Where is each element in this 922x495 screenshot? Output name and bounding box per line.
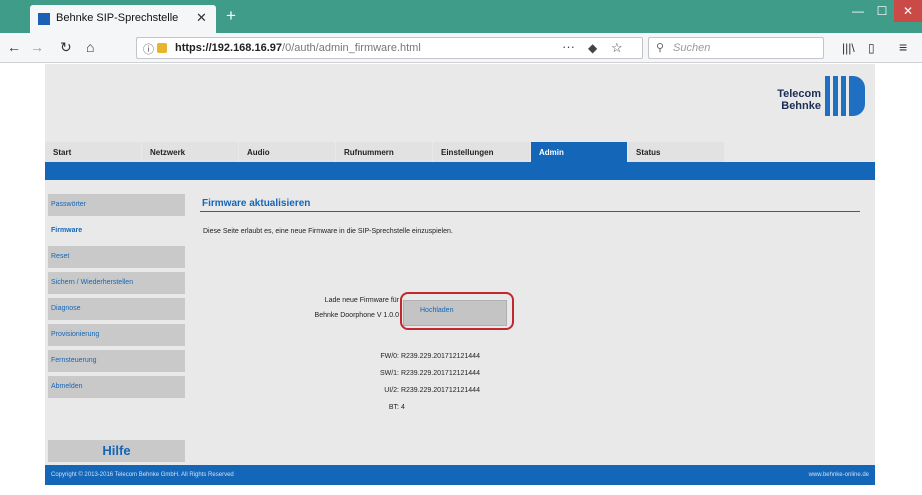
menu-icon[interactable]: ≡: [899, 39, 907, 55]
new-tab-button[interactable]: +: [226, 6, 236, 26]
close-tab-icon[interactable]: ✕: [196, 10, 207, 26]
lock-warning-icon[interactable]: [157, 43, 167, 53]
highlight-annotation: [400, 292, 514, 330]
tab-title: Behnke SIP-Sprechstelle: [56, 12, 179, 24]
page-viewport: Telecom Behnke Start Netzwerk Audio Rufn…: [0, 64, 922, 495]
fw-row-label: BT:: [388, 404, 399, 411]
sidebar-item-passwoerter[interactable]: Passwörter: [48, 194, 185, 216]
page-description: Diese Seite erlaubt es, eine neue Firmwa…: [203, 228, 453, 235]
logo-bars-icon: [825, 76, 865, 116]
url-text: https://192.168.16.97/0/auth/admin_firmw…: [175, 42, 421, 54]
page-title: Firmware aktualisieren: [202, 198, 311, 209]
website-link[interactable]: www.behnke-online.de: [809, 472, 869, 478]
upload-label: Lade neue Firmware für: [324, 297, 399, 304]
search-icon: ⚲: [656, 42, 665, 54]
menu-item-start[interactable]: Start: [45, 142, 141, 162]
menu-item-admin[interactable]: Admin: [531, 142, 627, 162]
menu-item-netzwerk[interactable]: Netzwerk: [142, 142, 238, 162]
sidebar-item-firmware[interactable]: Firmware: [48, 220, 185, 242]
menu-item-rufnummern[interactable]: Rufnummern: [336, 142, 432, 162]
sidebar-item-provisionierung[interactable]: Provisionierung: [48, 324, 185, 346]
browser-tab-bar: Behnke SIP-Sprechstelle ✕ + — ☐ ✕: [0, 0, 922, 33]
main-menu: Start Netzwerk Audio Rufnummern Einstell…: [45, 142, 875, 162]
favicon-icon: [38, 13, 50, 25]
search-placeholder: Suchen: [673, 42, 711, 54]
sidebar-item-abmelden[interactable]: Abmelden: [48, 376, 185, 398]
admin-sidebar: Passwörter Firmware Reset Sichern / Wied…: [48, 194, 185, 402]
fw-row-value: R239.229.201712121444: [400, 387, 480, 394]
menu-item-audio[interactable]: Audio: [239, 142, 335, 162]
fw-row: SW/1: R239.229.201712121444: [341, 370, 541, 377]
device-web-ui: Telecom Behnke Start Netzwerk Audio Rufn…: [45, 64, 875, 485]
url-bar[interactable]: ⓘ https://192.168.16.97/0/auth/admin_fir…: [136, 37, 643, 59]
fw-row-value: R239.229.201712121444: [400, 353, 480, 360]
browser-toolbar: ← → ↻ ⌂ ⓘ https://192.168.16.97/0/auth/a…: [0, 33, 922, 63]
fw-row: BT: 4: [341, 404, 541, 411]
fw-row-label: SW/1:: [379, 370, 399, 377]
fw-row-value: 4: [400, 404, 405, 411]
page-actions-icon[interactable]: ···: [562, 39, 575, 54]
home-icon[interactable]: ⌂: [86, 39, 94, 55]
footer: Copyright © 2013-2016 Telecom Behnke Gmb…: [45, 465, 875, 485]
pocket-icon[interactable]: ◆: [588, 41, 597, 55]
search-input[interactable]: ⚲ Suchen: [648, 37, 824, 59]
reload-icon[interactable]: ↻: [60, 39, 72, 56]
close-window-button[interactable]: ✕: [894, 0, 922, 22]
maximize-button[interactable]: ☐: [870, 0, 894, 22]
forward-icon[interactable]: →: [30, 39, 44, 55]
info-icon[interactable]: ⓘ: [143, 41, 154, 57]
fw-row: UI/2: R239.229.201712121444: [341, 387, 541, 394]
fw-row-label: FW/0:: [380, 353, 399, 360]
minimize-button[interactable]: —: [846, 0, 870, 22]
browser-tab[interactable]: Behnke SIP-Sprechstelle ✕: [30, 5, 216, 33]
logo-line2: Behnke: [781, 100, 821, 112]
logo-line1: Telecom: [777, 88, 821, 100]
menu-underline-band: [45, 162, 875, 180]
url-host: https://192.168.16.97: [175, 42, 283, 54]
copyright-text: Copyright © 2013-2016 Telecom Behnke Gmb…: [51, 472, 234, 478]
fw-row-value: R239.229.201712121444: [400, 370, 480, 377]
sidebar-item-diagnose[interactable]: Diagnose: [48, 298, 185, 320]
sidebar-toggle-icon[interactable]: ▯: [868, 41, 875, 55]
sidebar-item-fernsteuerung[interactable]: Fernsteuerung: [48, 350, 185, 372]
fw-row: FW/0: R239.229.201712121444: [341, 353, 541, 360]
sidebar-item-sichern[interactable]: Sichern / Wiederherstellen: [48, 272, 185, 294]
sidebar-item-reset[interactable]: Reset: [48, 246, 185, 268]
back-icon[interactable]: ←: [7, 39, 21, 55]
title-divider: [200, 211, 860, 212]
help-button[interactable]: Hilfe: [48, 440, 185, 462]
url-path: /0/auth/admin_firmware.html: [282, 42, 421, 54]
library-icon[interactable]: |||\: [842, 41, 855, 55]
fw-row-label: UI/2:: [384, 387, 399, 394]
menu-item-status[interactable]: Status: [628, 142, 724, 162]
device-version-label: Behnke Doorphone V 1.0.0: [314, 312, 399, 319]
logo-text: Telecom Behnke: [769, 88, 821, 112]
bookmark-star-icon[interactable]: ☆: [611, 40, 623, 56]
menu-item-einstellungen[interactable]: Einstellungen: [433, 142, 530, 162]
